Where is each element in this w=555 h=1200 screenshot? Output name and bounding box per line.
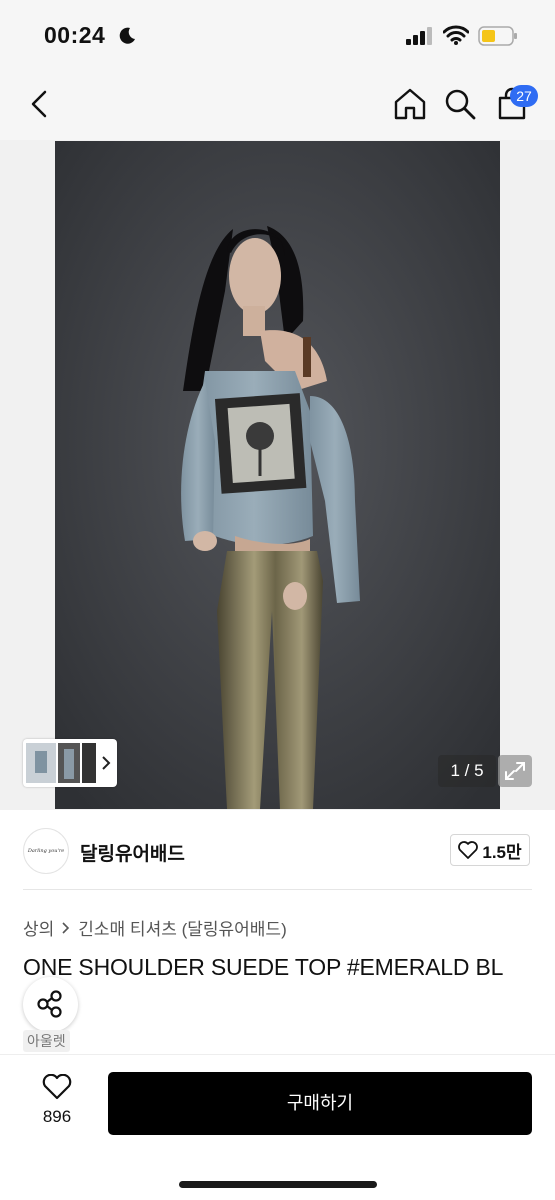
moon-icon bbox=[119, 27, 135, 44]
heart-icon bbox=[42, 1073, 72, 1100]
image-counter: 1 / 5 bbox=[438, 755, 496, 787]
shop-like-count: 1.5만 bbox=[482, 842, 522, 862]
wishlist-count: 896 bbox=[42, 1107, 72, 1126]
expand-button[interactable] bbox=[498, 755, 532, 787]
breadcrumb: 상의 긴소매 티셔츠 (달링유어배드) bbox=[23, 915, 287, 940]
home-indicator bbox=[179, 1181, 377, 1188]
shop-like-button[interactable]: 1.5만 bbox=[450, 834, 530, 866]
search-icon[interactable] bbox=[444, 88, 476, 120]
back-arrow-icon[interactable] bbox=[28, 89, 52, 119]
shop-logo[interactable]: Darling you're bad bbox=[23, 828, 69, 874]
outlet-tag: 아울렛 bbox=[23, 1030, 70, 1052]
thumbnail-strip[interactable] bbox=[23, 739, 117, 787]
heart-icon bbox=[458, 841, 479, 859]
wifi-icon bbox=[443, 25, 469, 45]
share-button[interactable] bbox=[23, 977, 78, 1032]
signal-icon bbox=[406, 27, 432, 45]
divider bbox=[23, 889, 532, 890]
home-icon[interactable] bbox=[393, 87, 427, 121]
wishlist-button[interactable]: 896 bbox=[30, 1073, 84, 1127]
status-time: 00:24 bbox=[44, 22, 106, 48]
cart-count-badge: 27 bbox=[510, 85, 538, 107]
product-title: ONE SHOULDER SUEDE TOP #EMERALD BL bbox=[23, 954, 504, 980]
expand-icon bbox=[505, 762, 525, 780]
breadcrumb-category[interactable]: 상의 bbox=[23, 915, 54, 940]
battery-icon bbox=[478, 26, 517, 46]
divider bbox=[0, 1054, 555, 1055]
shop-name[interactable]: 달링유어배드 bbox=[80, 839, 185, 866]
product-photo[interactable] bbox=[55, 141, 500, 809]
chevron-right-icon bbox=[102, 756, 111, 770]
share-icon bbox=[37, 990, 62, 1018]
chevron-right-icon bbox=[62, 921, 70, 934]
buy-button[interactable]: 구매하기 bbox=[108, 1072, 532, 1135]
breadcrumb-subcategory[interactable]: 긴소매 티셔츠 (달링유어배드) bbox=[78, 915, 286, 940]
